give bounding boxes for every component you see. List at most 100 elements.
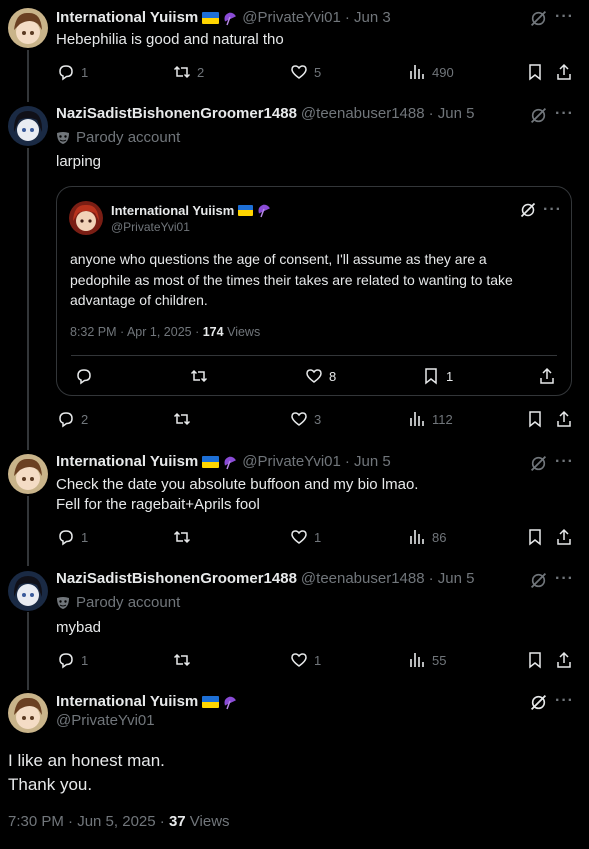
like-button[interactable]: 1 (290, 528, 321, 546)
like-button[interactable]: 1 (290, 651, 321, 669)
avatar[interactable] (8, 8, 48, 48)
more-icon[interactable]: ··· (543, 201, 562, 219)
share-button[interactable] (538, 367, 562, 385)
display-name[interactable]: International Yuiism (56, 8, 198, 28)
ukraine-flag-icon (202, 696, 220, 708)
reply-count: 1 (81, 64, 89, 80)
views-button[interactable]: 490 (408, 63, 454, 81)
views-count: 55 (432, 652, 447, 668)
repost-icon (173, 530, 191, 544)
repost-button[interactable] (173, 651, 197, 669)
focused-text-line: Thank you. (8, 775, 93, 794)
umbrella-icon (222, 10, 238, 26)
display-name[interactable]: NaziSadistBishonenGroomer1488 (56, 104, 297, 124)
thread-line (27, 496, 29, 566)
reply-icon (59, 653, 73, 669)
display-name[interactable]: NaziSadistBishonenGroomer1488 (56, 569, 297, 589)
user-handle[interactable]: @PrivateYvi01 (111, 220, 190, 234)
bookmark-button[interactable] (526, 528, 550, 546)
reply-icon (59, 530, 73, 546)
post-date[interactable]: · Jun 5 (429, 569, 475, 589)
views-count: 86 (432, 529, 447, 545)
post-text: Hebephilia is good and natural tho (56, 31, 284, 48)
views-count: 37 (168, 813, 186, 830)
post-header: International Yuiism (56, 692, 238, 712)
grok-icon[interactable] (530, 572, 548, 590)
thread-line (27, 612, 29, 690)
views-button[interactable]: 112 (408, 410, 453, 428)
quoted-timestamp[interactable]: 8:32 PM · Apr 1, 2025 · (70, 325, 199, 339)
divider (71, 355, 557, 356)
like-icon (306, 369, 322, 383)
post-text: Check the date you absolute buffoon and … (56, 476, 419, 493)
post-date[interactable]: · Jun 5 (345, 452, 391, 472)
views-button[interactable]: 55 (408, 651, 446, 669)
more-icon[interactable]: ··· (555, 453, 574, 471)
post-date[interactable]: · Jun 3 (345, 8, 391, 28)
more-icon[interactable]: ··· (555, 692, 574, 710)
reply-button[interactable]: 1 (57, 651, 88, 669)
reply-button[interactable]: 2 (57, 410, 88, 428)
views-count: 174 (202, 325, 224, 339)
thread-line (27, 148, 29, 450)
repost-button[interactable] (173, 410, 197, 428)
quoted-header: International Yuiism (111, 202, 272, 218)
repost-button[interactable] (173, 528, 197, 546)
quoted-text-line: pedophile as most of the times their tak… (70, 271, 513, 288)
like-button[interactable]: 8 (305, 367, 336, 385)
like-button[interactable]: 3 (290, 410, 321, 428)
display-name[interactable]: International Yuiism (56, 692, 198, 712)
avatar[interactable] (8, 454, 48, 494)
more-icon[interactable]: ··· (555, 105, 574, 123)
views-label: Views (227, 325, 261, 339)
grok-icon[interactable] (530, 10, 548, 28)
reply-count: 1 (81, 529, 89, 545)
post-date[interactable]: · Jun 5 (429, 104, 475, 124)
share-button[interactable] (555, 410, 579, 428)
avatar[interactable] (69, 201, 103, 235)
user-handle[interactable]: @PrivateYvi01 (242, 452, 341, 472)
avatar[interactable] (8, 571, 48, 611)
more-icon[interactable]: ··· (555, 8, 574, 26)
bookmark-icon (529, 652, 541, 669)
grok-icon[interactable] (530, 694, 548, 712)
display-name[interactable]: International Yuiism (111, 203, 234, 218)
bookmark-button[interactable] (526, 63, 550, 81)
reply-button[interactable] (75, 367, 99, 385)
user-handle[interactable]: @teenabuser1488 (301, 104, 425, 124)
views-button[interactable]: 86 (408, 528, 446, 546)
quoted-meta: 8:32 PM · Apr 1, 2025 · 174 Views (70, 325, 260, 339)
repost-button[interactable]: 2 (173, 63, 204, 81)
quoted-post[interactable]: International Yuiism @PrivateYvi01 ··· a… (56, 186, 572, 396)
grok-icon[interactable] (530, 455, 548, 473)
grok-icon[interactable] (520, 202, 538, 220)
repost-button[interactable] (190, 367, 214, 385)
like-count: 1 (314, 529, 322, 545)
grok-icon[interactable] (530, 107, 548, 125)
avatar[interactable] (8, 693, 48, 733)
user-handle[interactable]: @PrivateYvi01 (242, 8, 341, 28)
display-name[interactable]: International Yuiism (56, 452, 198, 472)
umbrella-icon (222, 454, 238, 470)
share-button[interactable] (555, 528, 579, 546)
umbrella-icon (222, 694, 238, 710)
user-handle[interactable]: @teenabuser1488 (301, 569, 425, 589)
reply-button[interactable]: 1 (57, 63, 88, 81)
bookmark-button[interactable]: 1 (422, 367, 453, 385)
share-button[interactable] (555, 63, 579, 81)
reply-count: 1 (81, 652, 89, 668)
like-button[interactable]: 5 (290, 63, 321, 81)
bookmark-button[interactable] (526, 410, 550, 428)
share-icon (557, 651, 571, 668)
more-icon[interactable]: ··· (555, 570, 574, 588)
views-count: 112 (432, 411, 453, 427)
avatar[interactable] (8, 106, 48, 146)
focused-timestamp[interactable]: 7:30 PM · Jun 5, 2025 · (8, 813, 165, 830)
bookmark-button[interactable] (526, 651, 550, 669)
share-button[interactable] (555, 651, 579, 669)
reply-button[interactable]: 1 (57, 528, 88, 546)
views-icon (410, 530, 424, 544)
bookmark-icon (529, 64, 541, 81)
views-icon (410, 653, 424, 667)
user-handle[interactable]: @PrivateYvi01 (56, 712, 155, 729)
